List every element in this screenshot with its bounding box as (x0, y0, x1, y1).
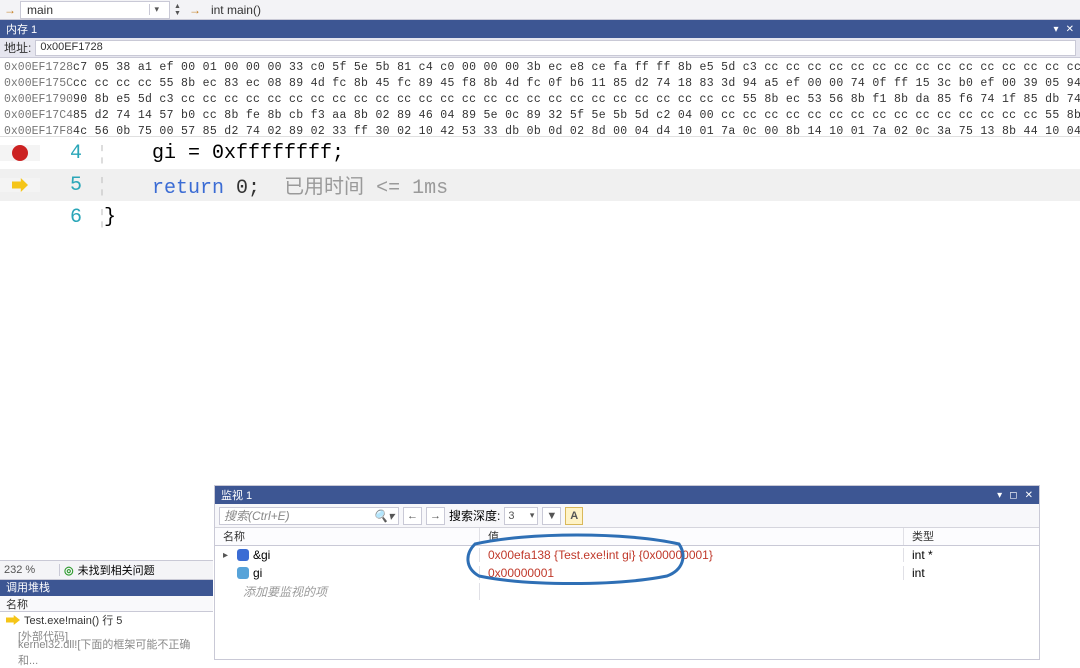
window-pin-icon[interactable]: ◻ (1009, 490, 1017, 501)
zoom-level[interactable]: 232 % (0, 564, 60, 576)
code-line[interactable]: 4¦ gi = 0xffffffff; (0, 137, 1080, 169)
watch-search-input[interactable]: 搜索(Ctrl+E) 🔍▾ (219, 507, 399, 525)
issues-status: 未找到相关问题 (78, 562, 155, 578)
nav-back-button[interactable]: ← (403, 507, 422, 525)
hex-row: 0x00EF175Ccc cc cc cc 55 8b ec 83 ec 08 … (0, 76, 1080, 92)
hex-row: 0x00EF1728c7 05 38 a1 ef 00 01 00 00 00 … (0, 60, 1080, 76)
code-line[interactable]: 6¦ } (0, 201, 1080, 233)
line-number: 6 (40, 206, 100, 229)
window-pin-icon[interactable]: ▾ (1054, 24, 1059, 35)
code-line[interactable]: 5¦ return 0; 已用时间 <= 1ms (0, 169, 1080, 201)
code-editor[interactable]: 4¦ gi = 0xffffffff;5¦ return 0; 已用时间 <= … (0, 136, 1080, 233)
watch-row[interactable]: ▸&gi0x00efa138 {Test.exe!int gi} {0x0000… (215, 546, 1039, 564)
crumb-arrow-icon: → (189, 3, 201, 17)
hex-row: 0x00EF17F84c 56 0b 75 00 57 85 d2 74 02 … (0, 124, 1080, 136)
memory-address-input[interactable]: 0x00EF1728 (35, 40, 1076, 56)
depth-select[interactable]: 3▾ (504, 507, 538, 525)
scope-stepper[interactable]: ▲▼ (174, 3, 181, 17)
window-menu-icon[interactable]: ▾ (997, 490, 1002, 501)
hex-row: 0x00EF17C485 d2 74 14 57 b0 cc 8b fe 8b … (0, 108, 1080, 124)
watch-col-value: 值 (480, 528, 904, 545)
window-close-icon[interactable]: ✕ (1025, 490, 1033, 501)
check-icon: ◎ (64, 564, 74, 577)
callstack-header-name: 名称 (0, 596, 213, 612)
highlight-button[interactable]: A (565, 507, 583, 525)
current-frame-arrow-icon (6, 615, 20, 625)
breakpoint-icon[interactable] (12, 145, 28, 161)
filter-button[interactable]: ▼ (542, 507, 561, 525)
line-number: 4 (40, 142, 100, 165)
variable-icon (237, 549, 249, 561)
depth-label: 搜索深度: (449, 507, 500, 524)
address-label: 地址: (4, 39, 31, 56)
callstack-row[interactable]: Test.exe!main() 行 5 (0, 612, 213, 628)
watch-row[interactable]: gi0x00000001int (215, 564, 1039, 582)
hex-row: 0x00EF179090 8b e5 5d c3 cc cc cc cc cc … (0, 92, 1080, 108)
callstack-title: 调用堆栈 (0, 580, 213, 596)
memory-hex-view[interactable]: 0x00EF1728c7 05 38 a1 ef 00 01 00 00 00 … (0, 58, 1080, 136)
scope-label: main (27, 3, 53, 17)
nav-fwd-button[interactable]: → (426, 507, 445, 525)
watch-add-placeholder[interactable]: 添加要监视的项 (215, 582, 1039, 600)
function-crumb[interactable]: int main() (205, 3, 267, 17)
search-icon: 🔍▾ (373, 509, 394, 523)
expander-icon[interactable]: ▸ (223, 550, 233, 561)
line-number: 5 (40, 174, 100, 197)
window-close-icon[interactable]: ✕ (1066, 24, 1074, 35)
callstack-row[interactable]: kernel32.dll![下面的框架可能不正确和... (0, 644, 213, 660)
watch-col-name: 名称 (215, 528, 480, 545)
current-line-arrow-icon (12, 178, 28, 192)
chevron-down-icon: ▾ (149, 4, 163, 15)
crumb-arrow-icon: → (4, 3, 16, 17)
memory-panel-title: 内存 1 ▾ ✕ (0, 20, 1080, 38)
scope-dropdown[interactable]: main ▾ (20, 1, 170, 19)
watch-col-type: 类型 (904, 528, 1039, 545)
variable-icon (237, 567, 249, 579)
watch-panel-title: 监视 1 ▾ ◻ ✕ (215, 486, 1039, 504)
